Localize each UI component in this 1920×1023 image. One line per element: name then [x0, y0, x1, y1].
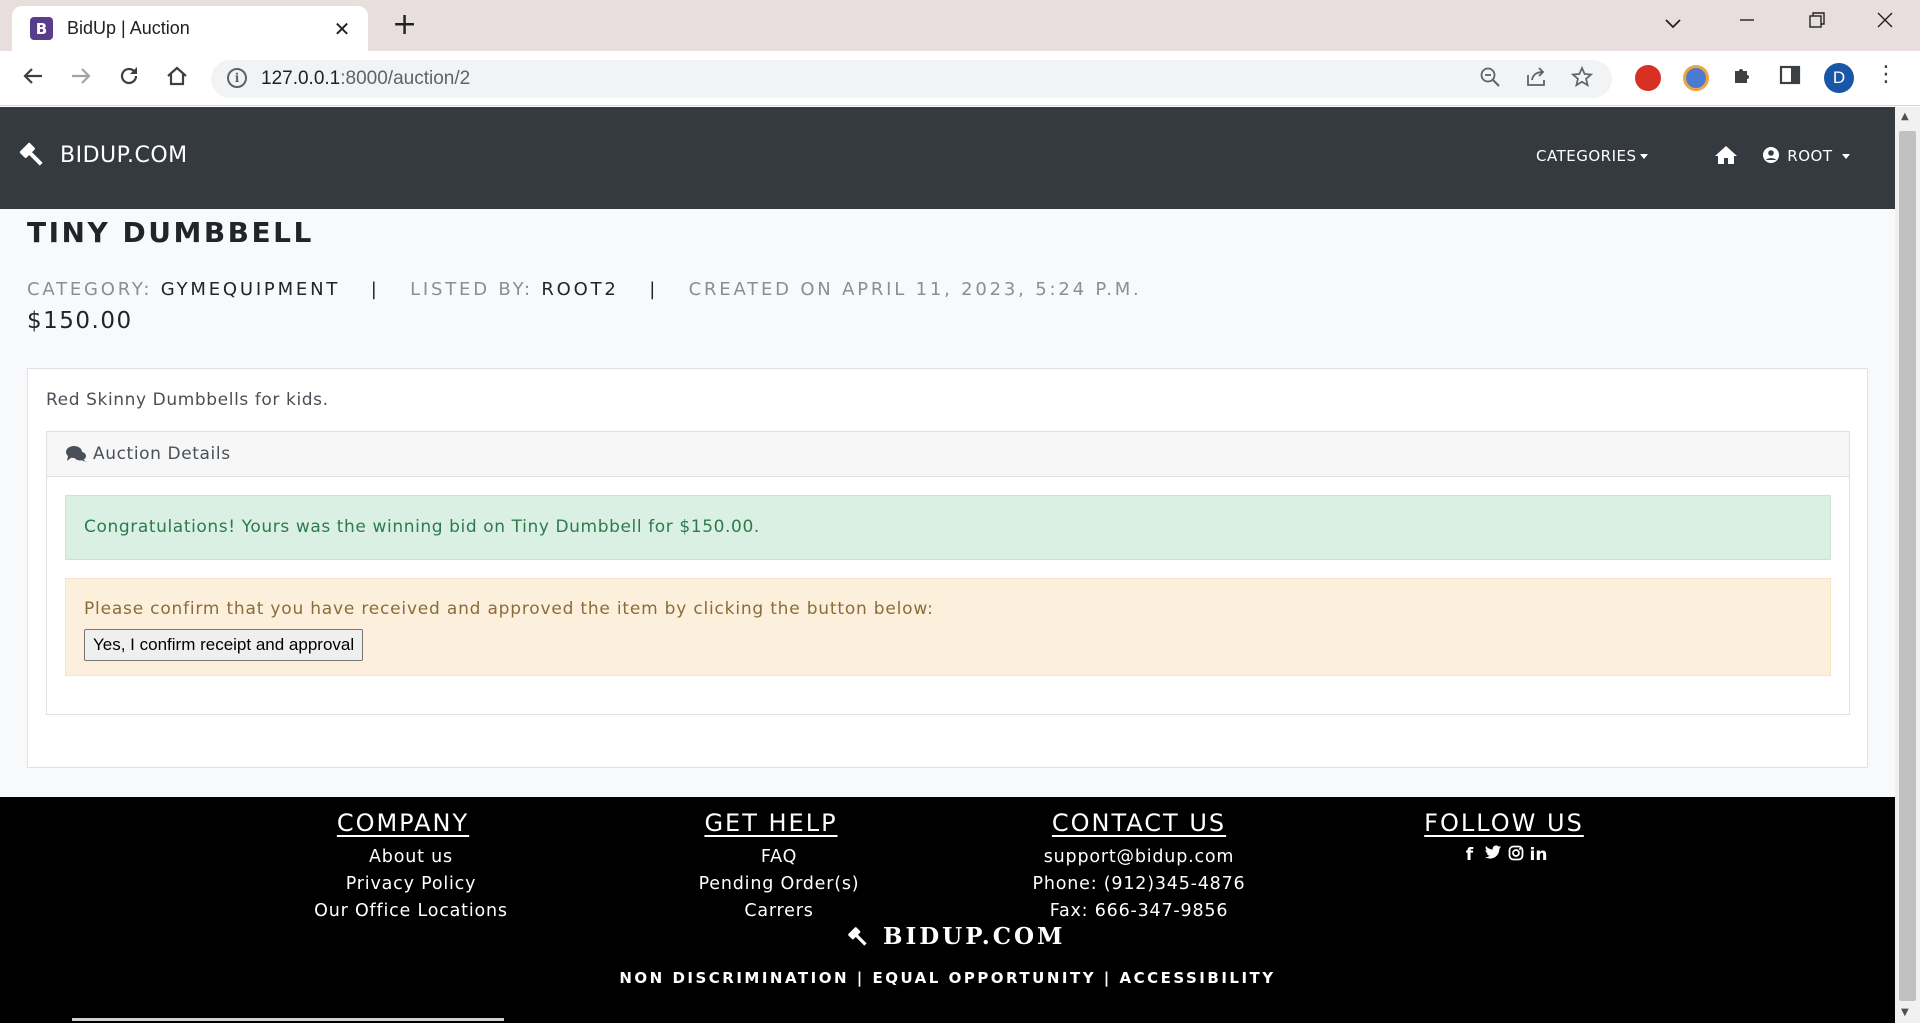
listing-card: Red Skinny Dumbbells for kids. Auction D… — [27, 368, 1868, 768]
confirm-receipt-alert: Please confirm that you have received an… — [65, 578, 1831, 676]
winning-bid-message: Congratulations! Yours was the winning b… — [84, 517, 760, 537]
footer-link-pending-orders[interactable]: Pending Order(s) — [670, 871, 888, 898]
category-value[interactable]: GYMEQUIPMENT — [161, 279, 340, 300]
footer-link-about[interactable]: About us — [286, 844, 536, 871]
meta-separator: | — [649, 279, 659, 300]
footer-link-careers[interactable]: Carrers — [670, 898, 888, 925]
site-navbar: BIDUP.COM CATEGORIES ROOT — [0, 107, 1895, 209]
listing-price: $150.00 — [27, 308, 133, 334]
auction-details-panel: Auction Details Congratulations! Yours w… — [46, 431, 1850, 715]
category-label: CATEGORY: — [27, 279, 153, 300]
extensions-puzzle-icon[interactable] — [1728, 63, 1758, 93]
gavel-icon — [19, 142, 43, 166]
site-info-icon[interactable]: i — [227, 68, 247, 88]
footer-help: GET HELP FAQ Pending Order(s) Carrers — [690, 809, 859, 925]
url-text[interactable]: 127.0.0.1:8000/auction/2 — [261, 68, 470, 90]
page-scrollbar[interactable]: ▲ ▼ — [1895, 107, 1920, 1023]
twitter-icon[interactable] — [1484, 845, 1502, 866]
brand-link[interactable]: BIDUP.COM — [16, 139, 188, 171]
zoom-out-icon[interactable] — [1479, 66, 1501, 94]
tab-title: BidUp | Auction — [67, 18, 190, 38]
footer-help-heading: GET HELP — [704, 809, 838, 837]
instagram-icon[interactable] — [1507, 845, 1525, 866]
bootstrap-favicon-icon: B — [30, 17, 53, 40]
page-viewport: BIDUP.COM CATEGORIES ROOT TINY DUMBBELL … — [0, 107, 1895, 1023]
share-icon[interactable] — [1525, 66, 1547, 94]
footer-contact-heading: CONTACT US — [1051, 809, 1227, 837]
browser-toolbar: i 127.0.0.1:8000/auction/2 D ⋮ — [0, 51, 1920, 106]
extension-icon[interactable] — [1683, 65, 1709, 91]
footer-contact-phone: Phone: (912)345-4876 — [1032, 874, 1246, 894]
horizontal-scroll-indicator — [72, 1018, 504, 1021]
minimize-icon[interactable] — [1738, 10, 1756, 35]
listing-meta: CATEGORY: GYMEQUIPMENT | LISTED BY: ROOT… — [27, 279, 1142, 300]
restore-icon[interactable] — [1808, 10, 1826, 35]
browser-tab-strip: B BidUp | Auction ✕ + — [0, 0, 1920, 51]
back-icon[interactable] — [18, 64, 48, 94]
auction-details-title: Auction Details — [93, 444, 231, 464]
caret-down-icon — [1639, 154, 1648, 159]
footer-link-faq[interactable]: FAQ — [670, 844, 888, 871]
reload-icon[interactable] — [114, 64, 144, 94]
footer-link-offices[interactable]: Our Office Locations — [286, 898, 536, 925]
scrollbar-thumb[interactable] — [1899, 131, 1916, 1001]
adblock-extension-icon[interactable] — [1635, 65, 1661, 91]
created-on: CREATED ON APRIL 11, 2023, 5:24 P.M. — [688, 279, 1142, 300]
listed-by-value: ROOT2 — [541, 279, 619, 300]
caret-down-icon — [1842, 154, 1851, 159]
categories-dropdown[interactable]: CATEGORIES — [1536, 147, 1648, 165]
footer-brand-name: BIDUP.COM — [883, 923, 1066, 950]
gavel-icon — [848, 926, 867, 946]
confirm-receipt-button[interactable]: Yes, I confirm receipt and approval — [84, 629, 364, 661]
scroll-up-arrow-icon[interactable]: ▲ — [1901, 111, 1909, 122]
user-circle-icon — [1763, 147, 1779, 163]
close-tab-icon[interactable]: ✕ — [330, 17, 354, 41]
listed-by-label: LISTED BY: — [410, 279, 533, 300]
brand-name: BIDUP.COM — [60, 142, 188, 168]
side-panel-icon[interactable] — [1775, 63, 1805, 93]
listing-title: TINY DUMBBELL — [27, 216, 314, 249]
user-dropdown[interactable]: ROOT — [1763, 147, 1851, 165]
bookmark-star-icon[interactable] — [1570, 65, 1594, 94]
footer-link-privacy[interactable]: Privacy Policy — [286, 871, 536, 898]
new-tab-icon[interactable]: + — [392, 10, 417, 40]
footer-brand[interactable]: BIDUP.COM — [845, 923, 1066, 950]
scroll-down-arrow-icon[interactable]: ▼ — [1901, 1007, 1909, 1018]
footer-legal-links[interactable]: NON DISCRIMINATION | EQUAL OPPORTUNITY |… — [0, 969, 1895, 987]
facebook-icon[interactable]: f — [1461, 845, 1479, 866]
auction-details-header: Auction Details — [47, 432, 1849, 477]
site-footer: COMPANY About us Privacy Policy Our Offi… — [0, 797, 1895, 1023]
listing-description: Red Skinny Dumbbells for kids. — [46, 390, 329, 410]
linkedin-icon[interactable]: in — [1530, 845, 1548, 866]
comments-icon — [66, 446, 86, 462]
browser-menu-icon[interactable]: ⋮ — [1875, 62, 1897, 87]
home-nav-icon[interactable] — [1714, 145, 1738, 169]
footer-company: COMPANY About us Privacy Policy Our Offi… — [314, 809, 507, 925]
meta-separator: | — [370, 279, 380, 300]
close-window-icon[interactable] — [1876, 10, 1894, 35]
footer-follow-heading: FOLLOW US — [1424, 809, 1584, 837]
confirm-receipt-prompt: Please confirm that you have received an… — [84, 599, 934, 619]
profile-avatar[interactable]: D — [1824, 63, 1854, 93]
footer-contact: CONTACT US support@bidup.com Phone: (912… — [1033, 809, 1245, 925]
winning-bid-alert: Congratulations! Yours was the winning b… — [65, 495, 1831, 560]
footer-contact-email[interactable]: support@bidup.com — [1013, 844, 1265, 871]
home-icon[interactable] — [162, 64, 192, 94]
address-bar[interactable]: i 127.0.0.1:8000/auction/2 — [211, 60, 1612, 98]
footer-follow: FOLLOW US f in — [1419, 809, 1589, 866]
forward-icon[interactable] — [66, 64, 96, 94]
footer-company-heading: COMPANY — [336, 809, 470, 837]
tab-search-chevron-icon[interactable] — [1664, 10, 1682, 35]
browser-tab[interactable]: B BidUp | Auction ✕ — [12, 6, 368, 51]
footer-contact-fax: Fax: 666-347-9856 — [1049, 901, 1229, 921]
